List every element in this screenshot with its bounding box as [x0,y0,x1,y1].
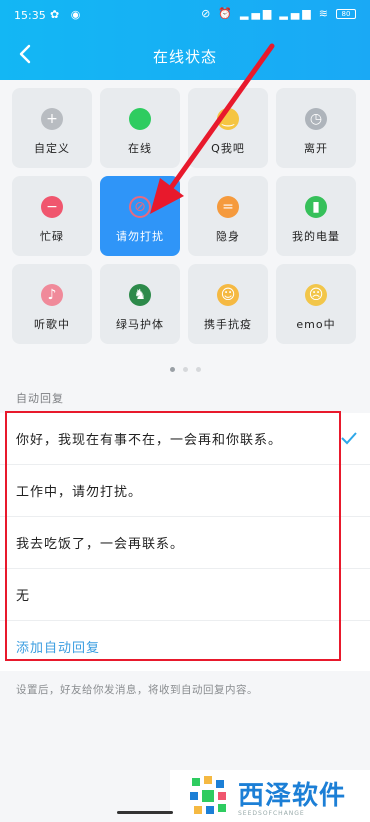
auto-reply-item[interactable]: 工作中，请勿打扰。 [0,465,370,517]
add-auto-reply-button[interactable]: 添加自动回复 [0,621,370,671]
status-tile[interactable]: ♪ 听歌中 [12,264,92,344]
status-label: 绿马护体 [116,318,164,331]
status-label: Q我吧 [211,142,245,155]
battery-icon: ▮ [305,196,327,218]
status-bar: 15:35 ✿ ◉ ⊘ ⏰ ▂▄▆ ▂▄▆ ≋ 80 [0,0,370,30]
status-tile[interactable]: ☺ 携手抗疫 [188,264,268,344]
status-label: 我的电量 [292,230,340,243]
app-header: 15:35 ✿ ◉ ⊘ ⏰ ▂▄▆ ▂▄▆ ≋ 80 在线状态 [0,0,370,80]
status-time: 15:35 [14,9,46,22]
status-label: 听歌中 [34,318,70,331]
do-not-disturb-icon: ⊘ [129,196,151,218]
add-auto-reply-label: 添加自动回复 [16,640,101,656]
mask-face-icon: ☺ [217,284,239,306]
status-label: 请勿打扰 [116,230,164,243]
status-label: 隐身 [216,230,240,243]
auto-reply-item[interactable]: 你好，我现在有事不在，一会再和你联系。 [0,413,370,465]
auto-reply-text: 工作中，请勿打扰。 [16,485,143,500]
watermark-logo: 西泽软件 SEEDSOFCHANGE [170,770,370,822]
status-label: 离开 [304,142,328,155]
notification-icons: ✿ ◉ [50,8,85,21]
checkmark-icon [341,432,357,445]
status-label: 携手抗疫 [204,318,252,331]
watermark-name: 西泽软件 [238,781,347,811]
status-tile[interactable]: ♞ 绿马护体 [100,264,180,344]
status-label: 忙碌 [40,230,64,243]
system-icons: ⊘ ⏰ ▂▄▆ ▂▄▆ ≋ 80 [201,7,356,20]
signal-icon-2: ▂▄▆ [279,7,314,20]
page-title: 在线状态 [152,48,217,66]
signal-icon: ▂▄▆ [240,7,275,20]
auto-reply-item[interactable]: 我去吃饭了，一会再联系。 [0,517,370,569]
wink-face-icon: ‿ [217,108,239,130]
clock-icon: ◷ [305,108,327,130]
wifi-icon: ≋ [318,7,331,20]
auto-reply-text: 无 [16,589,31,604]
status-tile[interactable]: + 自定义 [12,88,92,168]
auto-reply-footnote: 设置后，好友给你发消息，将收到自动回复内容。 [16,684,258,696]
status-tile[interactable]: − 忙碌 [12,176,92,256]
auto-reply-text: 我去吃饭了，一会再联系。 [16,537,185,552]
online-dot-icon [129,108,151,130]
alarm-icon: ⏰ [218,7,235,20]
status-tile[interactable]: ⊘ 请勿打扰 [100,176,180,256]
home-indicator[interactable] [117,811,173,814]
auto-reply-item[interactable]: 无 [0,569,370,621]
status-tile[interactable]: ‿ Q我吧 [188,88,268,168]
status-label: 在线 [128,142,152,155]
busy-minus-icon: − [41,196,63,218]
mute-icon: ⊘ [201,7,214,20]
status-label: 自定义 [34,142,70,155]
page-dot-1 [169,367,175,372]
status-tile[interactable]: ▮ 我的电量 [276,176,356,256]
status-label: emo中 [296,318,336,331]
sad-face-icon: ☹ [305,284,327,306]
invisible-icon: = [217,196,239,218]
status-tile[interactable]: = 隐身 [188,176,268,256]
watermark-subtitle: SEEDSOFCHANGE [238,810,305,817]
battery-icon: 80 [336,8,356,19]
auto-reply-section-label: 自动回复 [16,392,64,405]
status-tile[interactable]: ☹ emo中 [276,264,356,344]
plus-icon: + [41,108,63,130]
auto-reply-list: 你好，我现在有事不在，一会再和你联系。 工作中，请勿打扰。 我去吃饭了，一会再联… [0,413,370,671]
page-indicator [0,367,370,372]
status-tile[interactable]: ◷ 离开 [276,88,356,168]
brand-logo-icon [190,776,226,814]
page-dot-2 [182,367,188,372]
page-dot-3 [195,367,201,372]
green-horse-icon: ♞ [129,284,151,306]
auto-reply-text: 你好，我现在有事不在，一会再和你联系。 [16,433,283,448]
headphones-face-icon: ♪ [41,284,63,306]
status-tile[interactable]: 在线 [100,88,180,168]
